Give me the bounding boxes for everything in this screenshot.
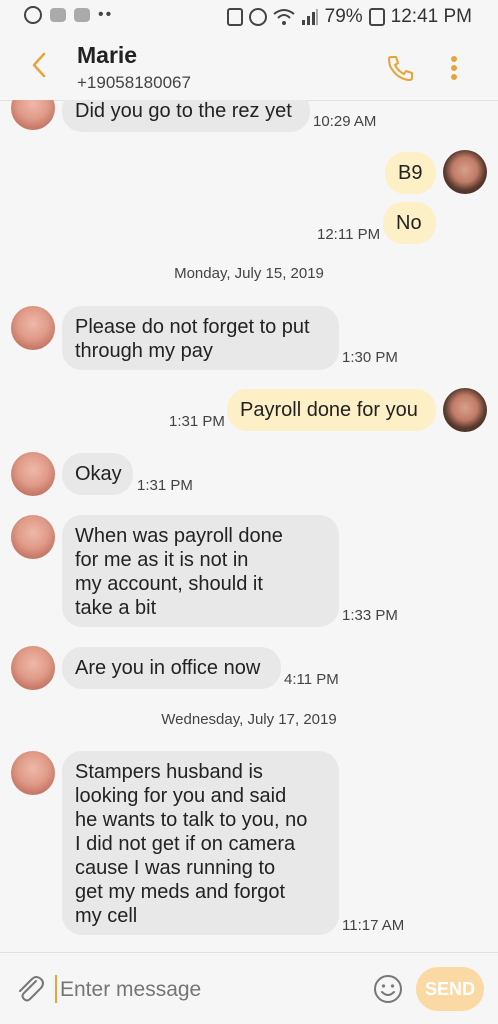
status-right-icons: 79% 12:41 PM: [226, 6, 472, 28]
message-time: 11:17 AM: [342, 917, 405, 934]
message-thread[interactable]: Did you go to the rez yet 10:29 AM B9 No…: [0, 100, 498, 952]
chevron-left-icon: [32, 52, 46, 78]
my-avatar[interactable]: [443, 388, 487, 432]
app-notification-icon: [74, 8, 90, 22]
send-button[interactable]: SEND: [416, 967, 484, 1011]
attach-button[interactable]: [14, 973, 46, 1005]
back-button[interactable]: [26, 48, 52, 82]
app-notification-icon: [50, 8, 66, 22]
date-separator-label: Wednesday, July 17, 2019: [151, 711, 347, 728]
message-input[interactable]: [56, 975, 360, 1005]
alarm-icon: [248, 8, 267, 26]
contact-name: Marie: [77, 42, 138, 68]
incoming-message[interactable]: Please do not forget to put through my p…: [62, 306, 339, 370]
outgoing-message[interactable]: No: [383, 202, 436, 244]
contact-number: +19058180067: [77, 73, 191, 92]
outgoing-message[interactable]: Payroll done for you: [227, 389, 436, 431]
clock-time: 12:41 PM: [390, 6, 472, 27]
my-avatar[interactable]: [443, 150, 487, 194]
contact-avatar[interactable]: [11, 306, 55, 350]
status-bar: •• 79% 12:41 PM: [0, 0, 498, 34]
incoming-message[interactable]: Are you in office now: [62, 647, 281, 689]
contact-avatar[interactable]: [11, 515, 55, 559]
battery-percent: 79%: [324, 6, 363, 27]
wifi-icon: [273, 9, 295, 25]
battery-icon: [368, 8, 385, 26]
message-composer: SEND: [0, 952, 498, 1024]
incoming-message[interactable]: When was payroll done for me as it is no…: [62, 515, 339, 627]
message-time: 1:33 PM: [342, 607, 398, 624]
contact-avatar[interactable]: [11, 100, 55, 130]
contact-avatar[interactable]: [11, 452, 55, 496]
message-time: 10:29 AM: [313, 113, 377, 130]
date-separator-label: Monday, July 15, 2019: [164, 265, 334, 282]
more-notifications-icon: ••: [98, 6, 114, 23]
message-time: 1:31 PM: [169, 413, 225, 430]
message-time: 1:30 PM: [342, 349, 398, 366]
lock-status-icon: [226, 8, 243, 26]
more-options-button[interactable]: [444, 52, 464, 84]
message-time: 4:11 PM: [284, 671, 339, 688]
contact-avatar[interactable]: [11, 751, 55, 795]
date-separator: Monday, July 15, 2019: [10, 265, 488, 285]
phone-icon: [388, 56, 413, 81]
call-button[interactable]: [385, 52, 417, 84]
contact-avatar[interactable]: [11, 646, 55, 690]
clock-status-icon: [24, 6, 42, 24]
incoming-message[interactable]: Okay: [62, 453, 133, 495]
conversation-header: Marie +19058180067: [0, 34, 498, 101]
message-time: 1:31 PM: [137, 477, 193, 494]
signal-icon: [301, 9, 318, 25]
more-vertical-icon: [451, 56, 457, 80]
status-left-icons: ••: [24, 6, 113, 24]
incoming-message[interactable]: Stampers husband is looking for you and …: [62, 751, 339, 935]
outgoing-message[interactable]: B9: [385, 152, 436, 194]
paperclip-icon: [19, 976, 44, 1002]
incoming-message[interactable]: Did you go to the rez yet: [62, 100, 310, 132]
emoji-button[interactable]: [372, 973, 404, 1005]
smiley-icon: [374, 975, 402, 1003]
message-time: 12:11 PM: [317, 226, 381, 243]
date-separator: Wednesday, July 17, 2019: [10, 711, 488, 731]
